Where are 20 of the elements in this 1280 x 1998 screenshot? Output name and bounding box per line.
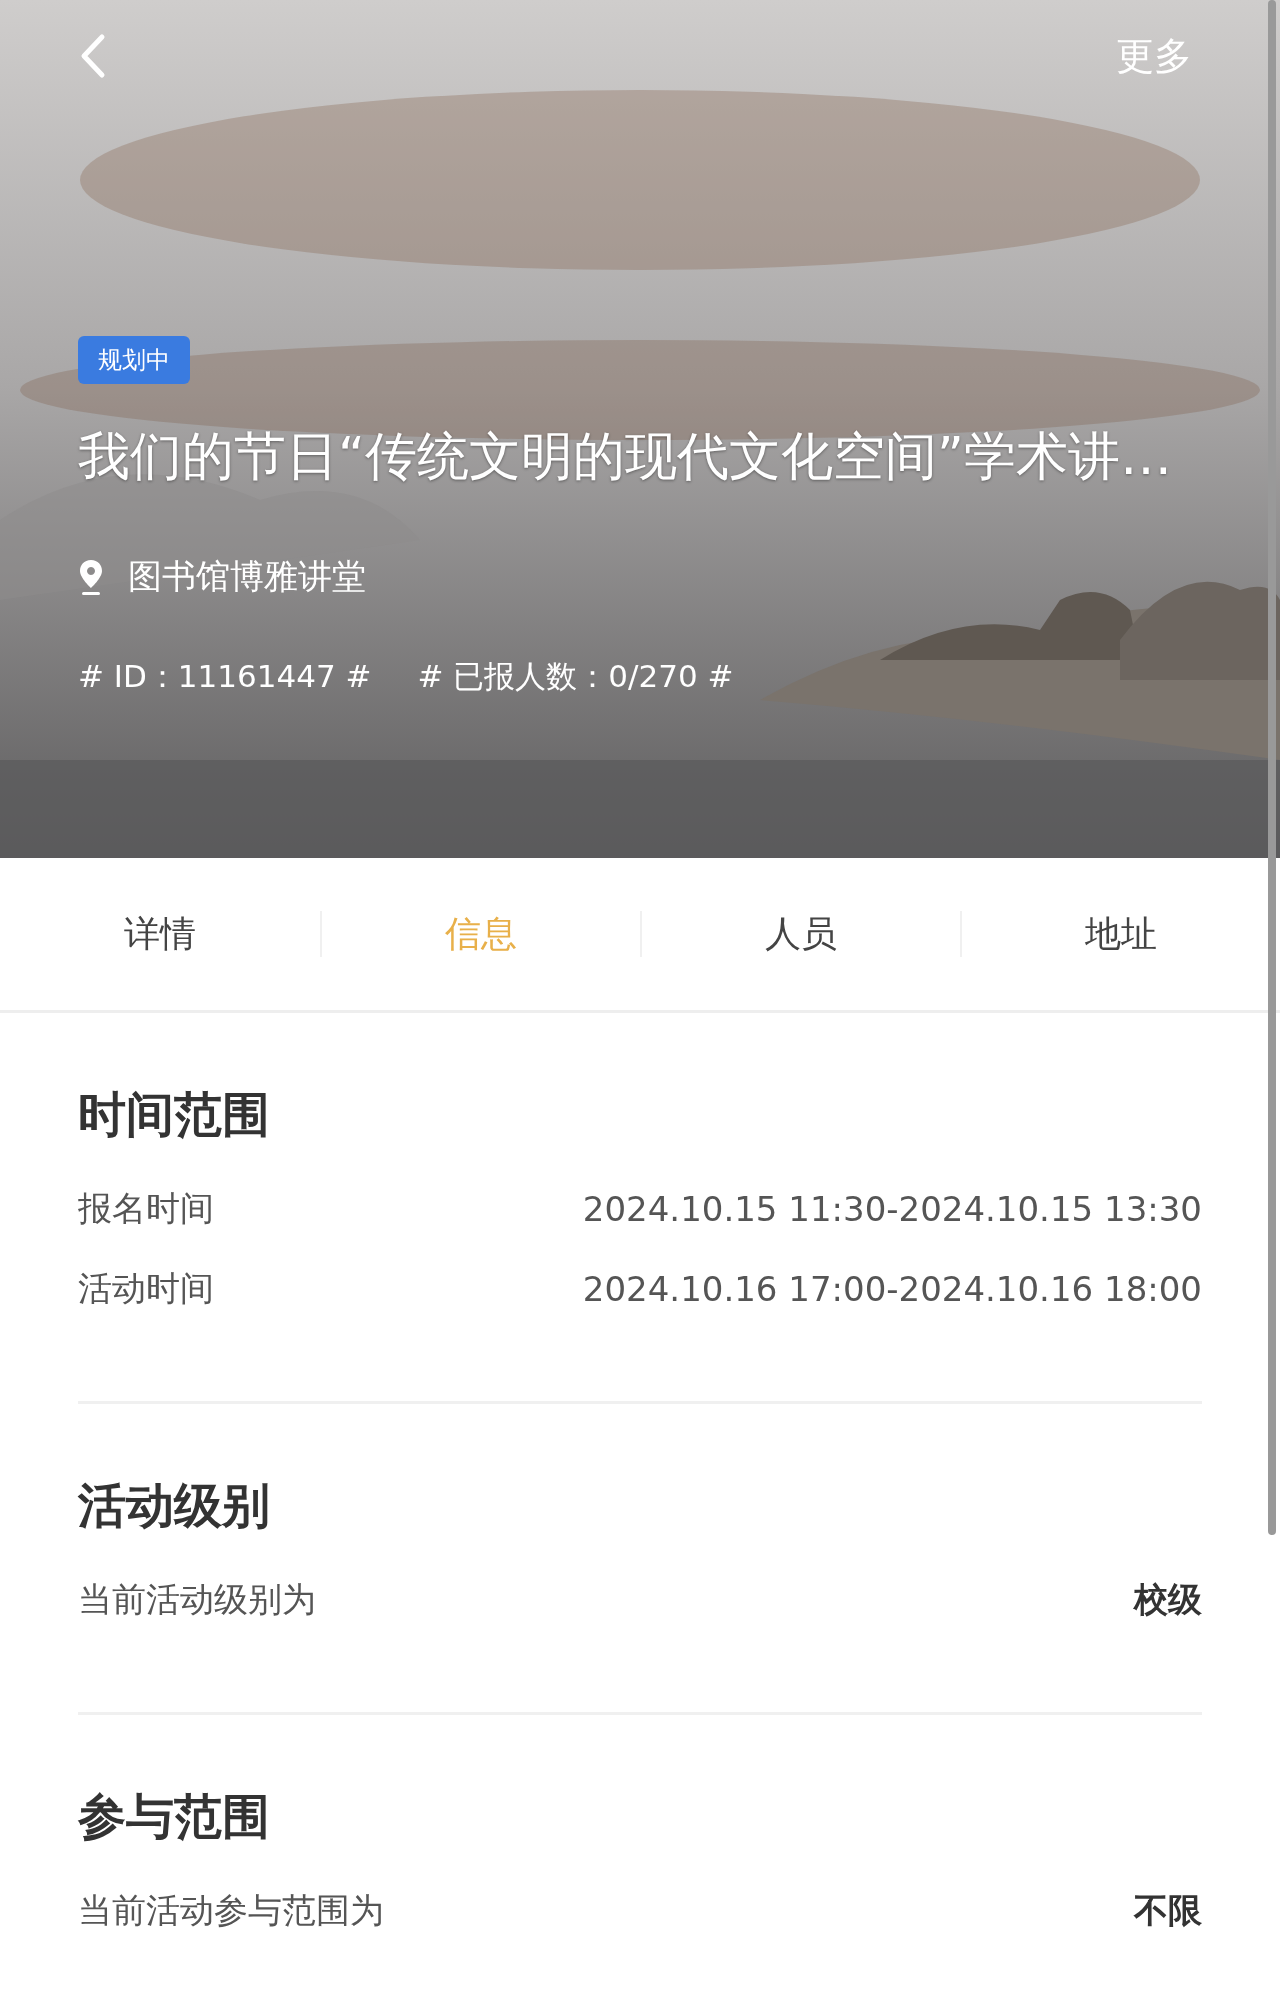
signup-count-tag: # 已报人数：0/270 # xyxy=(417,656,734,698)
id-tag: # ID：11161447 # xyxy=(78,656,372,698)
field-value: 2024.10.16 17:00-2024.10.16 18:00 xyxy=(582,1269,1202,1309)
location-pin-icon xyxy=(78,558,104,596)
event-title: 我们的节日“传统文明的现代文化空间”学术讲… xyxy=(78,425,1173,488)
tab[interactable]: 地址 xyxy=(1085,909,1157,959)
field-value: 2024.10.15 11:30-2024.10.15 13:30 xyxy=(582,1189,1202,1229)
section-heading: 时间范围 xyxy=(78,1085,271,1144)
status-badge: 规划中 xyxy=(78,336,190,384)
tab[interactable]: 详情 xyxy=(124,909,196,959)
field-label: 当前活动级别为 xyxy=(78,1578,316,1621)
location-text: 图书馆博雅讲堂 xyxy=(128,555,366,598)
field-label: 活动时间 xyxy=(78,1267,214,1310)
section-heading: 活动级别 xyxy=(78,1476,271,1535)
field-value: 校级 xyxy=(1134,1578,1202,1621)
field-label: 当前活动参与范围为 xyxy=(78,1889,384,1932)
tab[interactable]: 人员 xyxy=(765,909,837,959)
section-heading: 参与范围 xyxy=(78,1787,271,1846)
field-value: 不限 xyxy=(1134,1889,1202,1932)
field-label: 报名时间 xyxy=(78,1187,214,1230)
